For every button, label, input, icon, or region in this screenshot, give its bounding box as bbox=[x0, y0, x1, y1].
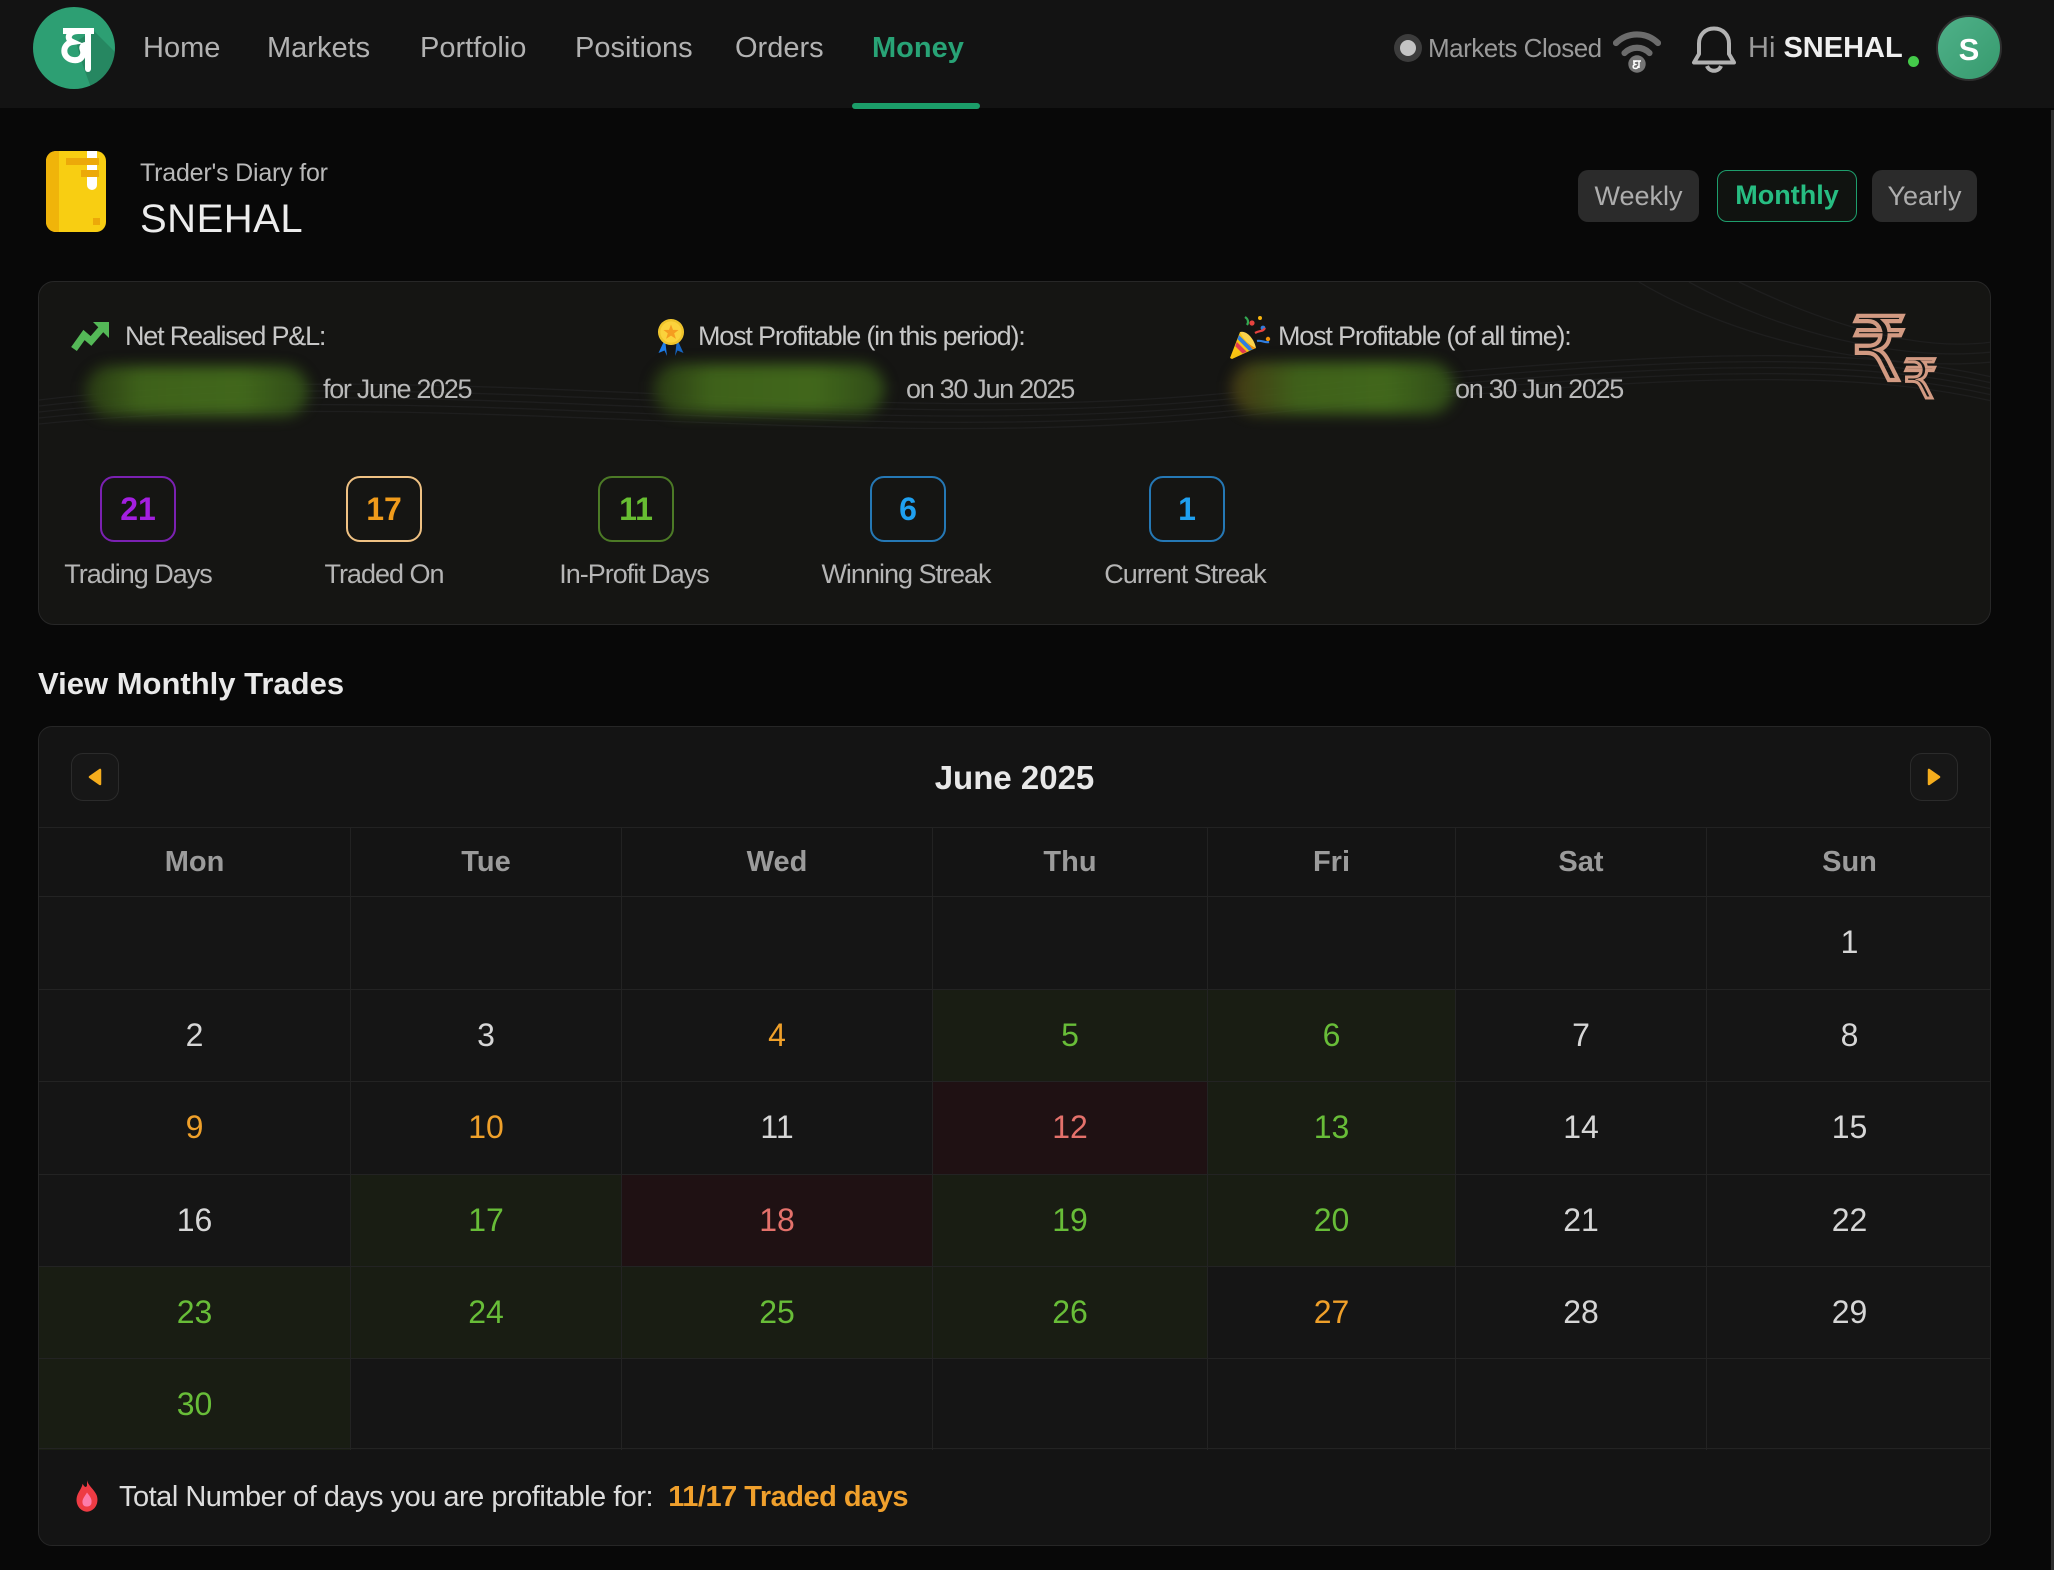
svg-text:₹: ₹ bbox=[1851, 312, 1907, 399]
svg-text:₹: ₹ bbox=[1903, 350, 1937, 410]
